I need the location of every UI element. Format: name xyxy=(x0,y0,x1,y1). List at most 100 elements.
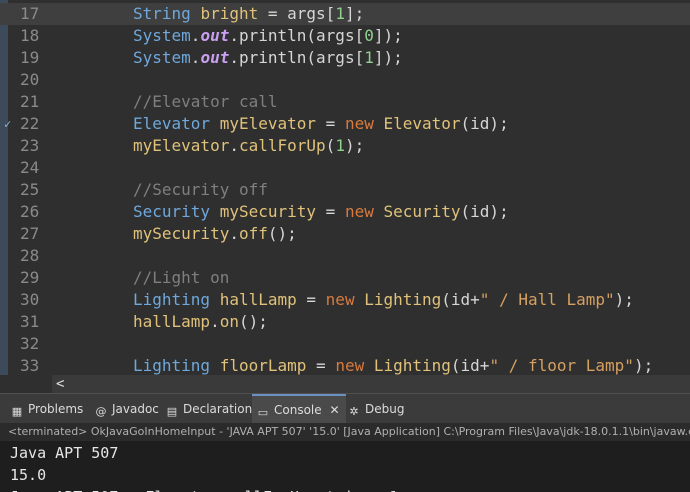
line-number: 19 xyxy=(20,48,40,67)
code-token: 0 xyxy=(364,26,374,45)
code-token: ); xyxy=(344,136,365,155)
code-token: (id); xyxy=(460,202,509,221)
code-token: myElevator xyxy=(219,114,317,133)
code-token: Lighting xyxy=(364,290,442,309)
code-line[interactable]: 30 Lighting hallLamp = new Lighting(id+" … xyxy=(0,289,690,311)
code-text: myElevator.callForUp(1); xyxy=(133,135,364,157)
line-number: 20 xyxy=(20,70,40,89)
line-number: 27 xyxy=(20,224,40,243)
console-line: Java APT 507 xyxy=(10,444,119,462)
code-line[interactable]: 33 Lighting floorLamp = new Lighting(id+"… xyxy=(0,355,690,375)
code-token: (id+ xyxy=(450,356,490,375)
console-status: <terminated> OkJavaGoInHomeInput - 'JAVA… xyxy=(0,423,690,441)
code-line[interactable]: 25 //Security off xyxy=(0,179,690,201)
tab-label: Problems xyxy=(28,402,84,416)
code-token: . xyxy=(190,48,201,67)
scroll-left-icon[interactable]: < xyxy=(56,375,64,393)
code-line[interactable]: 18 System.out.println(args[0]); xyxy=(0,25,690,47)
code-editor[interactable]: 17 String bright = args[1]; 18 System.out.p… xyxy=(0,0,690,375)
code-token: 1 xyxy=(364,48,374,67)
code-token: Lighting xyxy=(133,356,220,375)
code-token: .println(args[ xyxy=(229,48,365,67)
line-number: 26 xyxy=(20,202,40,221)
code-token: callForUp xyxy=(238,136,326,155)
code-token: args xyxy=(287,4,326,23)
tab-problems[interactable]: ▦ Problems xyxy=(10,394,84,424)
code-token: myElevator xyxy=(133,136,230,155)
code-token: new xyxy=(335,356,374,375)
code-line[interactable]: 26 Security mySecurity = new Security(id)… xyxy=(0,201,690,223)
code-token: ( xyxy=(325,136,336,155)
problems-icon: ▦ xyxy=(11,405,23,418)
line-number: 29 xyxy=(20,268,40,287)
code-token: //Light on xyxy=(133,268,230,287)
code-token: . xyxy=(229,136,239,155)
code-token: //Elevator call xyxy=(133,92,278,111)
code-token: . xyxy=(229,224,239,243)
code-token: .println(args[ xyxy=(229,26,365,45)
line-number: 28 xyxy=(20,246,40,265)
code-token: Elevator xyxy=(383,114,461,133)
override-marker-icon: ✓ xyxy=(4,117,12,131)
line-number: 23 xyxy=(20,136,40,155)
code-token: = xyxy=(306,356,336,375)
javadoc-icon: @ xyxy=(95,405,107,418)
code-token: = xyxy=(316,114,345,133)
code-token: System xyxy=(133,48,191,67)
code-token: Security xyxy=(383,202,461,221)
code-token: . xyxy=(210,312,220,331)
line-number: 21 xyxy=(20,92,40,111)
code-token: String xyxy=(133,4,201,23)
code-line[interactable]: 31 hallLamp.on(); xyxy=(0,311,690,333)
tab-debug[interactable]: ✲ Debug xyxy=(347,394,404,424)
code-token: on xyxy=(219,312,239,331)
tab-label: Debug xyxy=(365,402,405,416)
code-token: out xyxy=(200,48,230,67)
tab-declaration[interactable]: ▤ Declaration xyxy=(165,394,252,424)
code-line[interactable]: 32 xyxy=(0,333,690,355)
console-icon: ▭ xyxy=(257,406,269,419)
code-token: (id); xyxy=(460,114,509,133)
code-token: = xyxy=(316,202,345,221)
code-line[interactable]: ✓ 22 Elevator myElevator = new Elevator(id… xyxy=(0,113,690,135)
code-line[interactable]: 29 //Light on xyxy=(0,267,690,289)
code-token: System xyxy=(133,26,191,45)
code-token: ]); xyxy=(373,26,403,45)
code-line[interactable]: 23 myElevator.callForUp(1); xyxy=(0,135,690,157)
code-line[interactable]: 17 String bright = args[1]; xyxy=(0,3,690,25)
tab-console[interactable]: ▭ Console ✕ xyxy=(252,394,346,424)
code-token: mySecurity xyxy=(133,224,230,243)
code-text: mySecurity.off(); xyxy=(133,223,297,245)
tab-javadoc[interactable]: @ Javadoc xyxy=(94,394,159,424)
horizontal-scrollbar[interactable]: < xyxy=(52,375,690,393)
code-token: ); xyxy=(633,356,654,375)
code-token: 1 xyxy=(335,136,345,155)
bottom-panel-tabs: ▦ Problems @ Javadoc ▤ Declaration ▭ Console ✕ ✲… xyxy=(0,393,690,424)
close-icon[interactable]: ✕ xyxy=(326,403,339,417)
code-line[interactable]: 27 mySecurity.off(); xyxy=(0,223,690,245)
code-text: //Security off xyxy=(133,179,268,201)
line-number: 24 xyxy=(20,158,40,177)
code-token: . xyxy=(190,26,201,45)
line-number: 17 xyxy=(20,4,40,23)
code-text: hallLamp.on(); xyxy=(133,311,268,333)
code-text: Security mySecurity = new Security(id); xyxy=(133,201,509,223)
code-line[interactable]: 28 xyxy=(0,245,690,267)
code-token: mySecurity xyxy=(219,202,317,221)
code-text: //Elevator call xyxy=(133,91,278,113)
code-token: ); xyxy=(614,290,634,309)
code-token: Security xyxy=(133,202,220,221)
code-text: System.out.println(args[0]); xyxy=(133,25,403,47)
code-token: 1 xyxy=(335,4,345,23)
gutter-corner xyxy=(0,375,52,393)
code-line[interactable]: 21 //Elevator call xyxy=(0,91,690,113)
code-line[interactable]: 24 xyxy=(0,157,690,179)
code-line[interactable]: 20 xyxy=(0,69,690,91)
code-line[interactable]: 19 System.out.println(args[1]); xyxy=(0,47,690,69)
code-text: System.out.println(args[1]); xyxy=(133,47,403,69)
console-output[interactable]: Java APT 507 15.0 Java APT 507 → Elevator … xyxy=(0,441,690,492)
tab-label: Console xyxy=(274,403,322,417)
code-text: Lighting hallLamp = new Lighting(id+" / … xyxy=(133,289,634,311)
code-token: = xyxy=(258,4,288,23)
code-token: ]; xyxy=(344,4,365,23)
